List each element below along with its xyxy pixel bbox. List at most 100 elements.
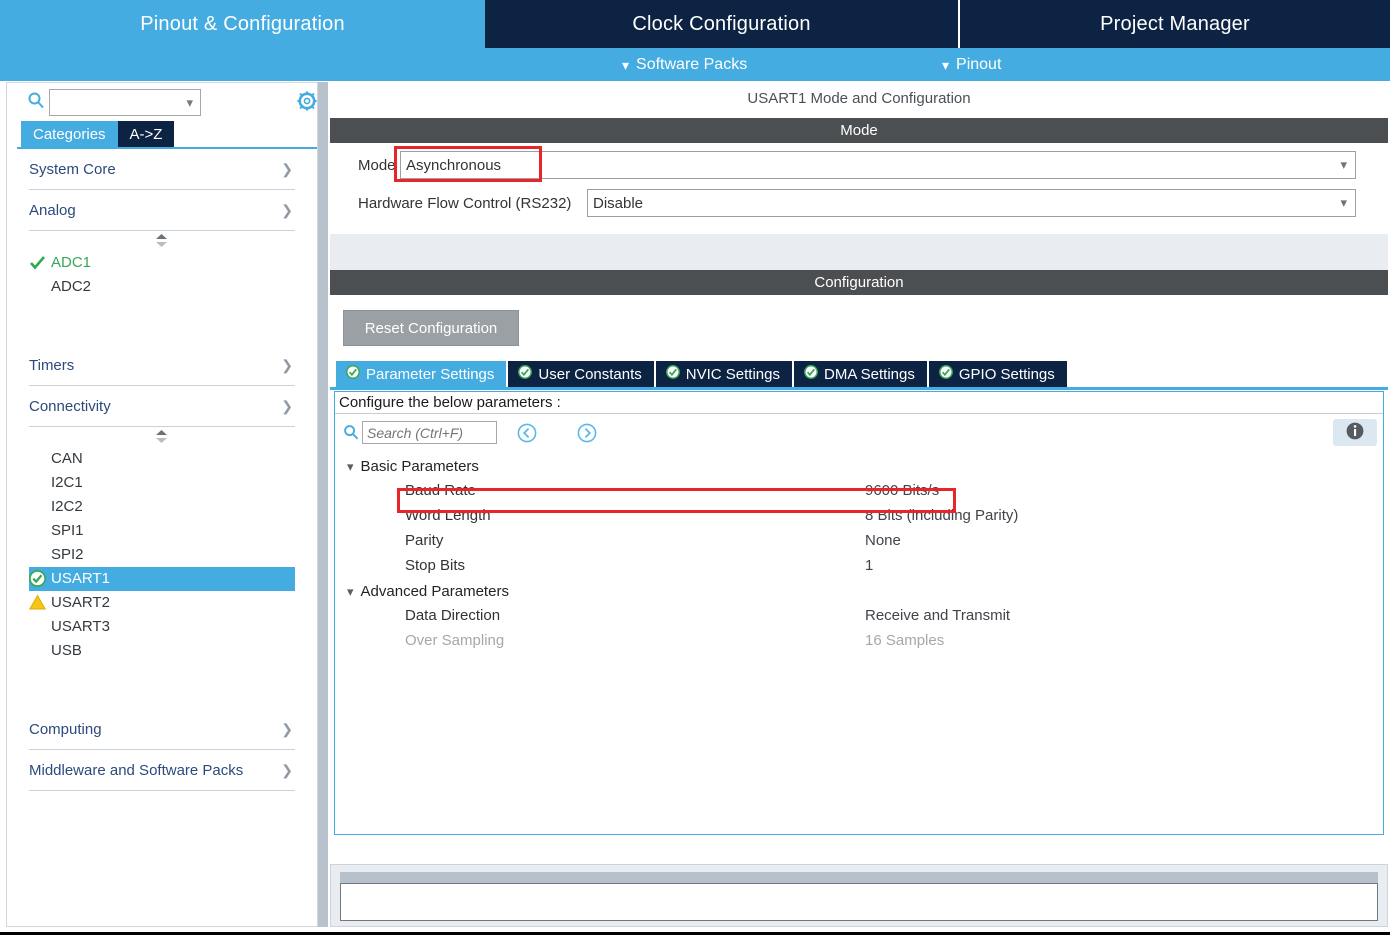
search-icon (343, 424, 359, 440)
check-icon (29, 254, 46, 271)
analog-scroll-indicator[interactable] (7, 231, 317, 251)
connectivity-list-spacer (7, 663, 317, 709)
list-item-usart3[interactable]: USART3 (7, 615, 317, 639)
param-group-advanced-label: Advanced Parameters (360, 583, 509, 600)
info-button[interactable] (1333, 419, 1377, 446)
param-row-parity[interactable]: Parity None (335, 529, 1383, 554)
sidebar-item-system-core-label: System Core (29, 160, 116, 178)
list-item-i2c1[interactable]: I2C1 (7, 471, 317, 495)
bottom-panel-content[interactable] (340, 883, 1378, 921)
chevron-right-icon: ❯ (281, 720, 293, 737)
mode-section-body: Mode Asynchronous ▾ Hardware Flow Contro… (330, 143, 1388, 235)
tab-parameter-settings[interactable]: Parameter Settings (336, 361, 507, 387)
sidebar-item-analog[interactable]: Analog ❯ (29, 190, 295, 231)
tab-gpio-settings-label: GPIO Settings (958, 365, 1055, 383)
tab-project-manager[interactable]: Project Manager (960, 0, 1390, 48)
list-item-spi1[interactable]: SPI1 (7, 519, 317, 543)
parameter-settings-panel: Configure the below parameters : Search … (334, 391, 1384, 835)
tab-clock-configuration[interactable]: Clock Configuration (485, 0, 960, 48)
sidebar-search-row: ▾ (7, 83, 317, 119)
tab-nvic-settings-label: NVIC Settings (685, 365, 780, 383)
menu-pinout-label: Pinout (956, 55, 1002, 73)
param-row-data-direction[interactable]: Data Direction Receive and Transmit (335, 604, 1383, 629)
list-item-usart1[interactable]: USART1 (29, 567, 295, 591)
gear-icon[interactable] (297, 91, 317, 111)
configuration-section-header-label: Configuration (814, 274, 904, 291)
sidebar-search-input[interactable]: ▾ (49, 89, 201, 116)
param-row-parity-key: Parity (405, 532, 444, 549)
list-item-adc1-label: ADC1 (51, 254, 92, 271)
sidebar-tab-az[interactable]: A->Z (117, 121, 175, 147)
sidebar-item-connectivity-label: Connectivity (29, 397, 111, 415)
sidebar-item-timers[interactable]: Timers ❯ (29, 345, 295, 386)
tab-nvic-settings[interactable]: NVIC Settings (655, 361, 792, 387)
list-item-usart2[interactable]: USART2 (7, 591, 317, 615)
tab-user-constants[interactable]: User Constants (508, 361, 654, 387)
list-item-usart1-label: USART1 (51, 570, 110, 587)
param-row-baud-rate[interactable]: Baud Rate 9600 Bits/s (335, 479, 1383, 504)
scroll-up-down-icon (154, 430, 169, 444)
list-item-i2c2[interactable]: I2C2 (7, 495, 317, 519)
tab-pinout-configuration-label: Pinout & Configuration (140, 12, 345, 35)
flow-control-label: Hardware Flow Control (RS232) (358, 194, 572, 212)
sidebar-tab-az-label: A->Z (129, 125, 163, 143)
chevron-down-icon: ▾ (347, 583, 354, 599)
tab-dma-settings[interactable]: DMA Settings (794, 361, 927, 387)
configuration-tab-bar: Parameter Settings User Constants NVIC S… (336, 361, 1069, 387)
flow-control-select-value: Disable (593, 194, 644, 212)
param-row-parity-value: None (865, 532, 901, 549)
sidebar-category-list: System Core ❯ Analog ❯ ADC1 ADC2 Timers … (7, 149, 317, 926)
page-title-text: USART1 Mode and Configuration (747, 90, 971, 107)
chevron-right-icon: ❯ (281, 160, 293, 177)
tab-pinout-configuration[interactable]: Pinout & Configuration (0, 0, 485, 48)
mode-section-header-label: Mode (840, 122, 878, 139)
chevron-left-circle-icon[interactable] (517, 423, 537, 443)
param-group-advanced[interactable]: ▾ Advanced Parameters (335, 579, 1383, 604)
check-circle-icon (518, 365, 533, 383)
param-group-basic-label: Basic Parameters (360, 458, 479, 475)
param-row-data-direction-key: Data Direction (405, 607, 501, 624)
list-item-adc2-label: ADC2 (51, 278, 92, 295)
sidebar-item-system-core[interactable]: System Core ❯ (29, 149, 295, 190)
parameter-search-input[interactable] (362, 421, 497, 444)
warning-triangle-icon (28, 594, 47, 611)
list-item-adc2[interactable]: ADC2 (7, 275, 317, 299)
list-item-spi2-label: SPI2 (51, 546, 84, 563)
menu-software-packs[interactable]: ▾ Software Packs (622, 48, 747, 81)
param-row-over-sampling[interactable]: Over Sampling 16 Samples (335, 629, 1383, 654)
list-item-spi2[interactable]: SPI2 (7, 543, 317, 567)
param-row-word-length-value: 8 Bits (including Parity) (865, 507, 1019, 524)
sidebar-item-middleware[interactable]: Middleware and Software Packs ❯ (29, 750, 295, 791)
menu-pinout[interactable]: ▾ Pinout (942, 48, 1001, 81)
sidebar-item-connectivity[interactable]: Connectivity ❯ (29, 386, 295, 427)
param-row-data-direction-value: Receive and Transmit (865, 607, 1011, 624)
chevron-down-icon: ❯ (281, 201, 293, 218)
tab-gpio-settings[interactable]: GPIO Settings (928, 361, 1067, 387)
chevron-right-icon: ❯ (281, 761, 293, 778)
flow-control-select[interactable]: Disable ▾ (587, 189, 1356, 217)
sidebar-item-computing[interactable]: Computing ❯ (29, 709, 295, 750)
sidebar-item-middleware-label: Middleware and Software Packs (29, 761, 244, 779)
check-circle-icon (665, 365, 680, 383)
reset-configuration-button[interactable]: Reset Configuration (343, 310, 519, 346)
param-group-basic[interactable]: ▾ Basic Parameters (335, 454, 1383, 479)
chevron-right-circle-icon[interactable] (577, 423, 597, 443)
parameter-search-row (335, 415, 1383, 451)
sidebar-splitter[interactable] (318, 82, 328, 927)
main-tab-bar: Pinout & Configuration Clock Configurati… (0, 0, 1390, 48)
tab-project-manager-label: Project Manager (1100, 12, 1250, 35)
chevron-down-icon: ▾ (186, 95, 193, 110)
list-item-can[interactable]: CAN (7, 447, 317, 471)
tab-dma-settings-label: DMA Settings (824, 365, 915, 383)
param-row-stop-bits[interactable]: Stop Bits 1 (335, 554, 1383, 579)
tab-parameter-settings-label: Parameter Settings (366, 365, 495, 383)
sidebar-tab-categories-label: Categories (33, 125, 106, 143)
sidebar-tab-categories[interactable]: Categories (21, 121, 118, 147)
list-item-usb[interactable]: USB (7, 639, 317, 663)
mode-section-header: Mode (330, 118, 1388, 143)
chevron-down-icon: ▾ (347, 458, 354, 474)
list-item-adc1[interactable]: ADC1 (7, 251, 317, 275)
connectivity-scroll-indicator[interactable] (7, 427, 317, 447)
mode-select[interactable]: Asynchronous ▾ (400, 151, 1356, 179)
param-row-word-length[interactable]: Word Length 8 Bits (including Parity) (335, 504, 1383, 529)
